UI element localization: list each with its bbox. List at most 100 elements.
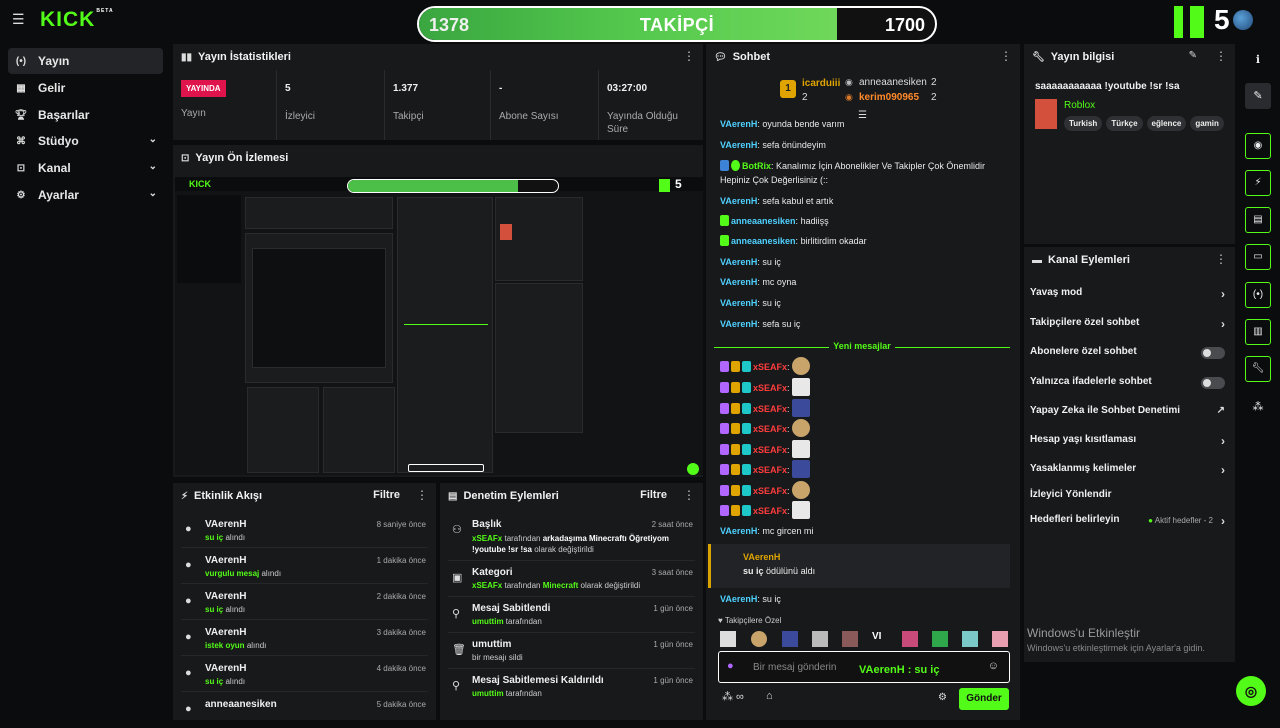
leader2-name[interactable]: anneaanesiken <box>859 77 927 88</box>
tag[interactable]: eğlence <box>1146 116 1187 131</box>
leader3-name[interactable]: kerim090965 <box>859 92 919 103</box>
account-age-row[interactable]: Hesap yaşı kısıtlaması › <box>1030 434 1225 456</box>
emote-icon[interactable] <box>812 631 828 647</box>
lightning-icon[interactable]: ⚡︎ <box>1245 170 1271 196</box>
more-icon[interactable]: ⋮ <box>683 489 695 501</box>
more-icon[interactable]: ⋮ <box>1215 253 1227 265</box>
category-name[interactable]: Roblox <box>1064 100 1095 111</box>
activity-user[interactable]: VAerenH <box>205 519 247 530</box>
group-icon[interactable]: ⁂ <box>1245 394 1271 420</box>
category-thumbnail[interactable] <box>1035 99 1057 129</box>
points-icon[interactable]: ⁂ ∞ <box>722 690 744 703</box>
chat-user[interactable]: VAerenH <box>720 319 757 329</box>
more-icon[interactable]: ⋮ <box>416 489 428 501</box>
chat-user[interactable]: VAerenH <box>720 298 757 308</box>
sidebar-item-gelir[interactable]: ▦ Gelir <box>8 75 163 101</box>
chat-user[interactable]: xSEAFx <box>753 486 787 496</box>
kick-logo[interactable]: KICKBETA <box>40 8 114 32</box>
chat-user[interactable]: anneaanesiken <box>731 216 796 226</box>
sidebar-item-kanal[interactable]: ⊡ Kanal ⌄ <box>8 155 163 181</box>
camera-icon[interactable]: ◉ <box>1245 133 1271 159</box>
activity-reward: su iç <box>205 533 224 542</box>
action-label: Hedefleri belirleyin <box>1030 514 1120 525</box>
chat-user[interactable]: VAerenH <box>720 196 757 206</box>
new-messages-divider[interactable]: Yeni mesajlar <box>714 341 1010 353</box>
chat-input[interactable]: ● Bir mesaj gönderin VAerenH : su iç ☺ <box>718 651 1010 683</box>
activity-filter-button[interactable]: Filtre <box>373 489 400 501</box>
store-icon[interactable]: ⌂ <box>766 690 773 702</box>
sidebar-item-ayarlar[interactable]: ⚙ Ayarlar ⌄ <box>8 182 163 208</box>
sidebar-item-yayin[interactable]: (•) Yayın <box>8 48 163 74</box>
emote-icon[interactable] <box>782 631 798 647</box>
activity-user[interactable]: VAerenH <box>205 663 247 674</box>
goals-row[interactable]: Hedefleri belirleyin ● Aktif hedefler - 2… <box>1030 514 1225 536</box>
tag[interactable]: gamin <box>1190 116 1224 131</box>
more-icon[interactable]: ⋮ <box>1215 50 1227 62</box>
emote-icon[interactable] <box>992 631 1008 647</box>
chat-user[interactable]: xSEAFx <box>753 404 787 414</box>
chat-user[interactable]: VAerenH <box>720 257 757 267</box>
slow-mode-row[interactable]: Yavaş mod › <box>1030 287 1225 309</box>
more-icon[interactable]: ⋮ <box>1000 50 1012 62</box>
reward-user[interactable]: VAerenH <box>743 552 780 562</box>
chat-user[interactable]: xSEAFx <box>753 465 787 475</box>
action-label: Abonelere özel sohbet <box>1030 346 1137 357</box>
emote-icon[interactable] <box>932 631 948 647</box>
wrench-icon[interactable]: 🔧︎ <box>1245 356 1271 382</box>
document-icon[interactable]: ▤ <box>1245 207 1271 233</box>
info-icon[interactable]: ℹ <box>1245 47 1271 73</box>
title-edit-icon: ⚇ <box>452 524 462 536</box>
chat-user[interactable]: VAerenH <box>720 119 757 129</box>
sidebar-item-basarilar[interactable]: 🏆︎ Başarılar <box>8 102 163 128</box>
emote-icon[interactable] <box>720 631 736 647</box>
reward-redemption: VAerenH su iç ödülünü aldı <box>708 544 1010 588</box>
emote-icon[interactable] <box>751 631 767 647</box>
emote-icon[interactable] <box>962 631 978 647</box>
pencil-icon[interactable]: ✎ <box>1245 83 1271 109</box>
chat-user[interactable]: xSEAFx <box>753 445 787 455</box>
chat-user[interactable]: xSEAFx <box>753 383 787 393</box>
tag[interactable]: Türkçe <box>1106 116 1143 131</box>
activity-user[interactable]: VAerenH <box>205 591 247 602</box>
activity-user[interactable]: VAerenH <box>205 627 247 638</box>
moderation-mid: tarafından <box>505 617 542 626</box>
tag[interactable]: Turkish <box>1064 116 1103 131</box>
stream-preview-image[interactable]: KICK 5 <box>175 177 703 475</box>
moderation-filter-button[interactable]: Filtre <box>640 489 667 501</box>
banned-words-row[interactable]: Yasaklanmış kelimeler › <box>1030 463 1225 485</box>
moderation-time: 1 gün önce <box>653 604 693 613</box>
help-icon[interactable]: ◎ <box>1236 676 1266 706</box>
chat-user[interactable]: anneaanesiken <box>731 236 796 246</box>
sidebar-item-studyo[interactable]: ⌘ Stüdyo ⌄ <box>8 128 163 154</box>
chat-user[interactable]: VAerenH <box>720 526 757 536</box>
emote-icon[interactable]: VI <box>872 631 888 647</box>
settings-icon[interactable]: ⚙ <box>938 692 947 703</box>
chat-user[interactable]: xSEAFx <box>753 424 787 434</box>
broadcast-icon[interactable]: (•) <box>1245 282 1271 308</box>
chat-user[interactable]: xSEAFx <box>753 506 787 516</box>
subscribers-chat-toggle[interactable] <box>1201 347 1225 359</box>
chat-user[interactable]: VAerenH <box>720 140 757 150</box>
ai-moderation-row[interactable]: Yapay Zeka ile Sohbet Denetimi ↗ <box>1030 405 1225 427</box>
chat-user[interactable]: VAerenH <box>720 277 757 287</box>
emote-icon[interactable] <box>842 631 858 647</box>
chat-icon[interactable]: ▭ <box>1245 244 1271 270</box>
activity-user[interactable]: anneaanesiken <box>205 699 277 710</box>
emote-icon[interactable] <box>902 631 918 647</box>
raid-row[interactable]: İzleyici Yönlendir <box>1030 489 1225 511</box>
chat-user[interactable]: xSEAFx <box>753 362 787 372</box>
layout-icon[interactable]: ▥ <box>1245 319 1271 345</box>
chat-text: sefa önündeyim <box>762 140 826 150</box>
chat-user[interactable]: VAerenH <box>720 594 757 604</box>
chat-user[interactable]: BotRix <box>742 161 771 171</box>
leader-name[interactable]: icarduiii <box>802 78 840 89</box>
activity-user[interactable]: VAerenH <box>205 555 247 566</box>
menu-icon[interactable]: ☰ <box>12 12 26 26</box>
emoji-icon[interactable]: ☺ <box>988 660 999 672</box>
edit-icon[interactable]: ✎ <box>1189 50 1197 61</box>
send-button[interactable]: Gönder <box>959 688 1009 710</box>
emote-only-toggle[interactable] <box>1201 377 1225 389</box>
k-number: 5 <box>1214 4 1230 35</box>
followers-chat-row[interactable]: Takipçilere özel sohbet › <box>1030 317 1225 339</box>
more-icon[interactable]: ⋮ <box>683 50 695 62</box>
